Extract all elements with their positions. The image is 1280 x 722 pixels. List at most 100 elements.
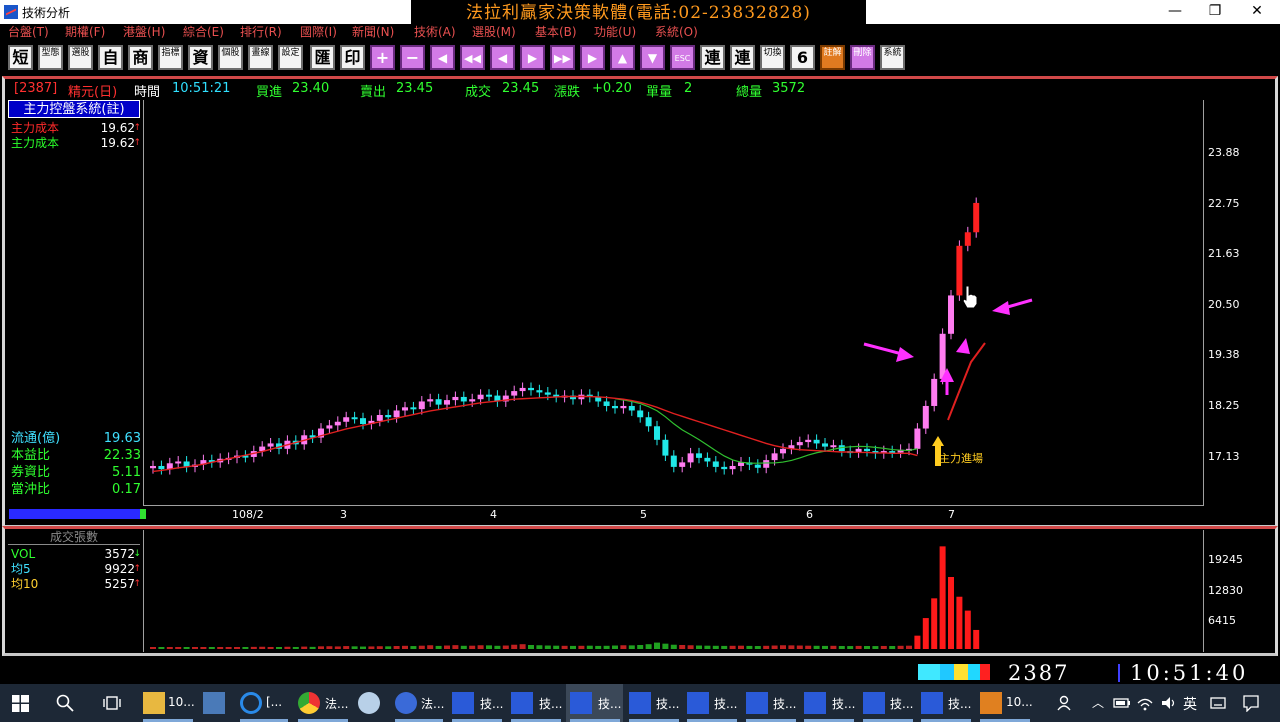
product-button[interactable]: 商 — [128, 45, 153, 70]
system-button[interactable]: 系統 — [880, 45, 905, 70]
volume-chart[interactable]: 19245 12830 6415 — [144, 530, 1280, 652]
computer-icon[interactable] — [203, 692, 225, 714]
taskbar-item-label[interactable]: 10... — [168, 695, 195, 709]
menu-screener[interactable]: 選股(M) — [472, 24, 516, 40]
indicator-button[interactable]: 指標 — [158, 45, 183, 70]
search-icon[interactable] — [56, 694, 74, 712]
candle — [662, 439, 669, 456]
volume-speaker-icon[interactable] — [1160, 695, 1176, 711]
chart-app-icon[interactable] — [452, 692, 474, 714]
stock-button[interactable]: 個股 — [218, 45, 243, 70]
menu-intl[interactable]: 國際(I) — [300, 24, 337, 40]
left-icon[interactable]: ◀ — [490, 45, 515, 70]
switch-button[interactable]: 切換 — [760, 45, 785, 70]
data-button[interactable]: 資 — [188, 45, 213, 70]
month-label: 5 — [640, 508, 647, 521]
right-icon[interactable]: ▶ — [520, 45, 545, 70]
volume-header[interactable]: 成交張數 — [8, 529, 140, 545]
down-icon[interactable]: ▼ — [640, 45, 665, 70]
chart-app-icon[interactable] — [804, 692, 826, 714]
six-button[interactable]: 6 — [790, 45, 815, 70]
fast-right-icon[interactable]: ▶▶ — [550, 45, 575, 70]
paint-icon[interactable] — [358, 692, 380, 714]
fast-left-icon[interactable]: ◀◀ — [460, 45, 485, 70]
tray-chevron-up-icon[interactable]: ︿ — [1092, 694, 1104, 711]
battery-icon[interactable] — [1113, 696, 1131, 710]
price-axis: 23.88 22.75 21.63 20.50 19.38 18.25 17.1… — [1208, 146, 1240, 463]
taskbar-item-label[interactable]: 技... — [948, 695, 971, 712]
zoom-out-button[interactable]: − — [400, 45, 425, 70]
menu-function[interactable]: 功能(U) — [594, 24, 636, 40]
menu-hk[interactable]: 港盤(H) — [123, 24, 165, 40]
link-button-2[interactable]: 連 — [730, 45, 755, 70]
taskbar-item-label[interactable]: 技... — [598, 695, 621, 712]
short-button[interactable]: 短 — [8, 45, 33, 70]
menu-technical[interactable]: 技術(A) — [414, 24, 456, 40]
folder-icon[interactable] — [143, 692, 165, 714]
menu-futures[interactable]: 期權(F) — [65, 24, 105, 40]
close-button[interactable]: ✕ — [1234, 0, 1280, 24]
print-button[interactable]: 印 — [340, 45, 365, 70]
ferrari-app-icon[interactable] — [395, 692, 417, 714]
chart-app-icon[interactable] — [629, 692, 651, 714]
screen-button[interactable]: 選股 — [68, 45, 93, 70]
up-icon[interactable]: ▲ — [610, 45, 635, 70]
chart-app-icon[interactable] — [921, 692, 943, 714]
menu-composite[interactable]: 綜合(E) — [183, 24, 224, 40]
chart-app-icon[interactable] — [746, 692, 768, 714]
menu-ranking[interactable]: 排行(R) — [240, 24, 282, 40]
ie-icon[interactable] — [240, 692, 262, 714]
taskbar-item-label[interactable]: 10... — [1006, 695, 1033, 709]
step-left-icon[interactable]: ◀ — [430, 45, 455, 70]
step-right-icon[interactable]: ▶ — [580, 45, 605, 70]
escape-button[interactable]: ESC — [670, 45, 695, 70]
chrome-icon[interactable] — [298, 692, 320, 714]
control-system-header[interactable]: 主力控盤系統(註) — [8, 100, 140, 118]
taskbar-item-label[interactable]: 法... — [325, 695, 348, 712]
menu-tw[interactable]: 台盤(T) — [8, 24, 49, 40]
task-view-icon[interactable] — [103, 695, 121, 711]
maximize-button[interactable]: ❐ — [1192, 0, 1238, 24]
volume-bar — [511, 644, 518, 649]
cost-label: 主力成本 — [11, 121, 60, 135]
candle — [830, 445, 837, 448]
taskbar-item-label[interactable]: 技... — [539, 695, 562, 712]
wifi-icon[interactable] — [1137, 695, 1153, 711]
price-chart[interactable]: 23.88 22.75 21.63 20.50 19.38 18.25 17.1… — [144, 100, 1280, 524]
taskbar-item-label[interactable]: 法... — [421, 695, 444, 712]
chart-app-icon[interactable] — [570, 692, 592, 714]
zoom-in-button[interactable]: + — [370, 45, 395, 70]
note-button[interactable]: 註解 — [820, 45, 845, 70]
taskbar-item-label[interactable]: 技... — [832, 695, 855, 712]
settings-button[interactable]: 設定 — [278, 45, 303, 70]
taskbar-item-label[interactable]: 技... — [714, 695, 737, 712]
app-icon-orange[interactable] — [980, 692, 1002, 714]
menu-system[interactable]: 系統(O) — [655, 24, 698, 40]
taskbar-item-label[interactable]: 技... — [656, 695, 679, 712]
pattern-button[interactable]: 型態 — [38, 45, 63, 70]
self-button[interactable]: 自 — [98, 45, 123, 70]
chart-app-icon[interactable] — [863, 692, 885, 714]
draw-line-button[interactable]: 畫線 — [248, 45, 273, 70]
menu-basic[interactable]: 基本(B) — [535, 24, 577, 40]
notification-icon[interactable] — [1242, 694, 1260, 712]
chart-scrollbar[interactable] — [9, 509, 146, 519]
windows-start-icon[interactable] — [12, 695, 29, 712]
taskbar-item-label[interactable]: 技... — [890, 695, 913, 712]
people-icon[interactable] — [1057, 694, 1075, 712]
ime-indicator[interactable]: 英 — [1183, 694, 1197, 714]
chart-app-icon[interactable] — [511, 692, 533, 714]
volume-bar — [570, 645, 576, 649]
taskbar-item-label[interactable]: [... — [266, 695, 282, 709]
delete-button[interactable]: 刪除 — [850, 45, 875, 70]
menu-news[interactable]: 新聞(N) — [352, 24, 394, 40]
taskbar-item-label[interactable]: 技... — [480, 695, 503, 712]
chart-app-icon[interactable] — [687, 692, 709, 714]
export-button[interactable]: 匯 — [310, 45, 335, 70]
vol-ma5-row: 均5 9922 ↑ — [11, 561, 141, 577]
link-button-1[interactable]: 連 — [700, 45, 725, 70]
taskbar-item-label[interactable]: 技... — [773, 695, 796, 712]
keyboard-icon[interactable] — [1210, 695, 1226, 711]
vol-label: 均10 — [11, 577, 39, 591]
cost-row-green: 主力成本 19.62 ↑ — [11, 135, 141, 151]
